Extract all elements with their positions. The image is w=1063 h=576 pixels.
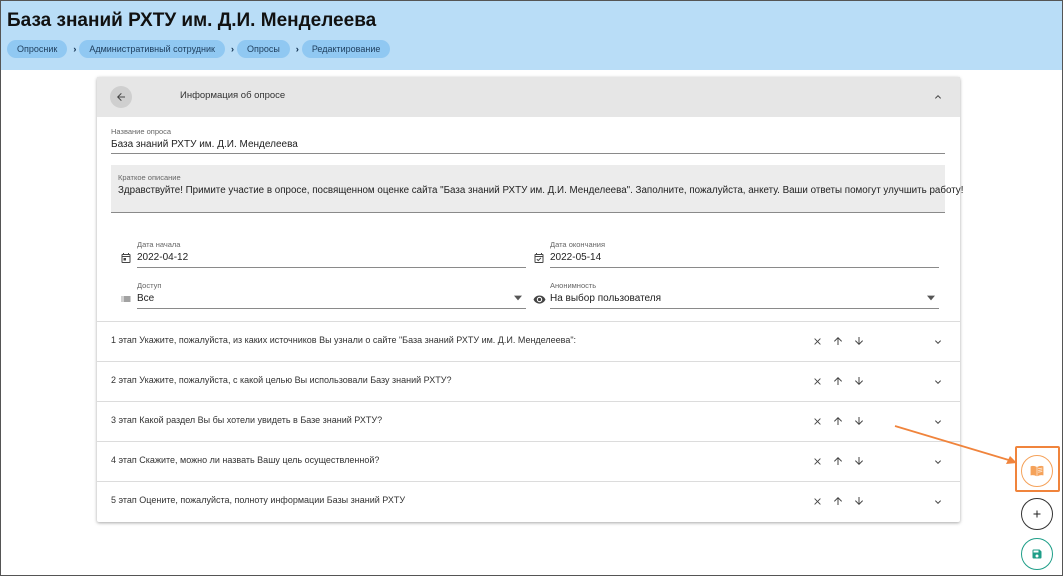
app-header: База знаний РХТУ им. Д.И. Менделеева Опр… <box>1 1 1062 70</box>
survey-info-card: Информация об опросе Название опроса Баз… <box>97 77 964 522</box>
move-down-button[interactable] <box>852 454 866 468</box>
delete-stage-button[interactable] <box>810 334 824 348</box>
dropdown-arrow-icon[interactable] <box>514 295 522 301</box>
chevron-down-icon[interactable] <box>932 336 944 348</box>
arrow-up-icon <box>834 457 842 465</box>
end-date-label: Дата окончания <box>550 240 606 249</box>
list-icon <box>121 296 131 302</box>
plus-icon <box>1033 510 1041 518</box>
delete-stage-button[interactable] <box>810 494 824 508</box>
move-down-button[interactable] <box>852 494 866 508</box>
arrow-up-icon <box>834 417 842 425</box>
survey-name-value: База знаний РХТУ им. Д.И. Менделеева <box>111 139 298 150</box>
survey-description-value: Здравствуйте! Примите участие в опросе, … <box>118 185 964 196</box>
arrow-up-icon <box>834 377 842 385</box>
delete-stage-button[interactable] <box>810 414 824 428</box>
end-date-field[interactable]: Дата окончания 2022-05-14 <box>534 240 939 268</box>
arrow-up-icon <box>834 497 842 505</box>
breadcrumb-item-edit[interactable]: Редактирование <box>301 40 391 58</box>
delete-stage-button[interactable] <box>810 454 824 468</box>
breadcrumb-separator-icon: ›› <box>67 44 79 54</box>
close-icon <box>813 377 821 385</box>
stage-row[interactable]: 4 этап Скажите, можно ли назвать Вашу це… <box>97 441 960 481</box>
move-up-button[interactable] <box>831 374 845 388</box>
move-up-button[interactable] <box>831 454 845 468</box>
breadcrumb-item-polls[interactable]: Опросы <box>236 40 290 58</box>
arrow-down-icon <box>855 377 863 385</box>
breadcrumb: Опросник ›› Административный сотрудник ›… <box>7 40 391 58</box>
breadcrumb-separator-icon: ›› <box>225 44 237 54</box>
stage-title: 2 этап Укажите, пожалуйста, с какой цель… <box>111 375 452 385</box>
card-header[interactable]: Информация об опросе <box>97 77 960 117</box>
dropdown-arrow-icon[interactable] <box>927 295 935 301</box>
annotation-arrow <box>894 425 1017 464</box>
access-value: Все <box>137 293 155 304</box>
close-icon <box>813 457 821 465</box>
start-date-value: 2022-04-12 <box>137 252 189 263</box>
anonymity-value: На выбор пользователя <box>550 293 662 304</box>
eye-icon <box>533 295 546 304</box>
stage-title: 3 этап Какой раздел Вы бы хотели увидеть… <box>111 415 383 425</box>
survey-description-label: Краткое описание <box>118 173 181 182</box>
calendar-check-icon <box>534 253 544 263</box>
stage-title: 4 этап Скажите, можно ли назвать Вашу це… <box>111 455 380 465</box>
end-date-value: 2022-05-14 <box>550 252 602 263</box>
chevron-down-icon[interactable] <box>932 376 944 388</box>
move-up-button[interactable] <box>831 494 845 508</box>
stage-row[interactable]: 1 этап Укажите, пожалуйста, из каких ист… <box>97 321 960 361</box>
anonymity-select[interactable]: Анонимность На выбор пользователя <box>533 281 939 309</box>
book-open-icon <box>1030 465 1044 477</box>
arrow-down-icon <box>855 417 863 425</box>
add-stage-button[interactable] <box>1021 498 1053 530</box>
back-button[interactable] <box>110 86 132 108</box>
save-button[interactable] <box>1021 538 1053 570</box>
stage-title: 1 этап Укажите, пожалуйста, из каких ист… <box>111 335 577 345</box>
start-date-field[interactable]: Дата начала 2022-04-12 <box>121 240 526 268</box>
move-down-button[interactable] <box>852 414 866 428</box>
stage-row[interactable]: 5 этап Оцените, пожалуйста, полноту инфо… <box>97 481 960 521</box>
survey-name-label: Название опроса <box>111 127 172 136</box>
breadcrumb-item-survey[interactable]: Опросник <box>7 40 68 58</box>
breadcrumb-separator-icon: ›› <box>290 44 302 54</box>
breadcrumb-item-admin[interactable]: Административный сотрудник <box>79 40 225 58</box>
access-label: Доступ <box>137 281 162 290</box>
move-down-button[interactable] <box>852 334 866 348</box>
arrow-left-icon <box>117 93 125 101</box>
close-icon <box>813 417 821 425</box>
arrow-down-icon <box>855 457 863 465</box>
card-title: Информация об опросе <box>180 90 286 101</box>
chevron-up-icon[interactable] <box>932 91 944 103</box>
arrow-down-icon <box>855 337 863 345</box>
survey-description-field[interactable]: Краткое описание Здравствуйте! Примите у… <box>111 165 964 213</box>
arrow-up-icon <box>834 337 842 345</box>
anonymity-label: Анонимность <box>550 281 597 290</box>
survey-name-field[interactable]: Название опроса База знаний РХТУ им. Д.И… <box>111 127 945 154</box>
library-fab-button[interactable] <box>1021 455 1053 487</box>
move-up-button[interactable] <box>831 414 845 428</box>
start-date-label: Дата начала <box>137 240 181 249</box>
arrow-down-icon <box>855 497 863 505</box>
access-select[interactable]: Доступ Все <box>121 281 526 309</box>
chevron-down-icon[interactable] <box>932 496 944 508</box>
move-down-button[interactable] <box>852 374 866 388</box>
close-icon <box>813 337 821 345</box>
save-icon <box>1032 549 1042 559</box>
stage-row[interactable]: 2 этап Укажите, пожалуйста, с какой цель… <box>97 361 960 401</box>
app-title: База знаний РХТУ им. Д.И. Менделеева <box>7 10 377 31</box>
stage-title: 5 этап Оцените, пожалуйста, полноту инфо… <box>111 495 406 505</box>
calendar-icon <box>121 253 131 263</box>
move-up-button[interactable] <box>831 334 845 348</box>
close-icon <box>813 497 821 505</box>
stage-row[interactable]: 3 этап Какой раздел Вы бы хотели увидеть… <box>97 401 960 441</box>
delete-stage-button[interactable] <box>810 374 824 388</box>
